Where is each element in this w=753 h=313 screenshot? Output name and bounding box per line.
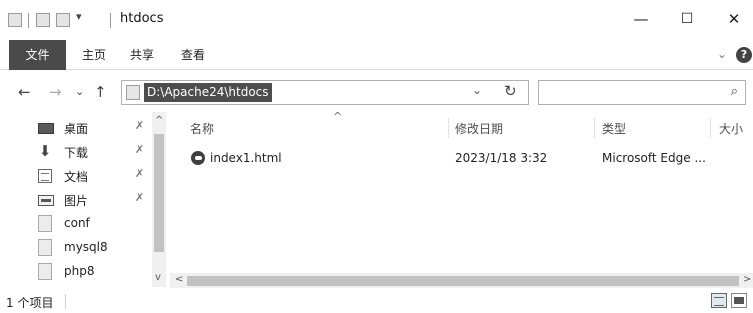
close-button[interactable]: ✕ [722,8,746,30]
column-divider[interactable] [710,118,711,138]
pin-icon: ✗ [135,119,145,132]
file-modified: 2023/1/18 3:32 [455,151,548,165]
pin-icon: ✗ [135,143,145,156]
nav-item-mysql8[interactable]: mysql8 [38,238,163,258]
properties-icon[interactable] [36,13,50,27]
customize-quick-access-icon[interactable]: ▾ [76,10,82,23]
nav-item-label: conf [64,216,90,230]
nav-item-label: 图片 [64,194,89,208]
nav-item-pictures[interactable]: 图片 ✗ [38,190,163,210]
pictures-icon [38,195,54,206]
column-header-name[interactable]: 名称 ^ [190,110,342,137]
scroll-down-arrow[interactable]: v [155,272,161,283]
tab-share[interactable]: 共享 [126,40,158,70]
scrollbar-thumb[interactable] [154,134,164,252]
nav-item-php8[interactable]: php8 [38,262,163,282]
address-row: ← → ⌄ ↑ D:\Apache24\htdocs ⌄ ↻ ⌕ [0,72,753,112]
nav-item-desktop[interactable]: 桌面 ✗ [38,118,163,138]
folder-icon [8,13,22,27]
horizontal-scrollbar[interactable]: < > [170,273,753,288]
folder-icon [38,263,52,280]
download-icon: ⬇ [38,142,52,160]
details-view-icon[interactable] [711,293,727,308]
nav-item-documents[interactable]: 文档 ✗ [38,166,163,186]
column-header-type[interactable]: 类型 [602,120,626,137]
status-bar: 1 个项目 [0,290,753,313]
file-row[interactable]: index1.html 2023/1/18 3:32 Microsoft Edg… [170,148,753,170]
ribbon-tabs: 文件 主页 共享 查看 ⌄ ? [0,40,753,70]
minimize-button[interactable]: — [629,8,653,30]
tab-file[interactable]: 文件 [9,40,66,70]
file-name: index1.html [210,151,282,165]
search-input[interactable]: ⌕ [538,80,746,105]
help-icon[interactable]: ? [736,47,752,63]
sort-ascending-icon: ^ [333,110,343,123]
column-header-label: 名称 [190,122,215,136]
column-header-size[interactable]: 大小 [719,120,743,137]
back-button[interactable]: ← [18,83,31,101]
recent-locations-button[interactable]: ⌄ [75,85,84,98]
scroll-right-arrow[interactable]: > [743,274,751,285]
column-divider[interactable] [448,118,449,138]
forward-button[interactable]: → [49,83,62,101]
nav-item-label: mysql8 [64,240,108,254]
address-bar[interactable]: D:\Apache24\htdocs ⌄ ↻ [121,80,529,105]
search-icon[interactable]: ⌕ [731,84,738,99]
nav-item-label: 文档 [64,170,89,184]
item-count: 1 个项目 [6,296,54,310]
file-list: 名称 ^ 修改日期 类型 大小 index1.html 2023/1/18 3:… [170,110,753,290]
nav-vertical-scrollbar[interactable]: ^ v [152,112,166,287]
edge-icon [191,151,205,165]
folder-icon [38,215,52,232]
maximize-button[interactable]: ☐ [675,8,699,30]
nav-item-label: 桌面 [64,122,89,136]
address-path[interactable]: D:\Apache24\htdocs [144,83,272,102]
separator [65,294,66,309]
tab-view[interactable]: 查看 [177,40,209,70]
address-dropdown-icon[interactable]: ⌄ [472,83,482,97]
folder-icon [126,85,140,100]
nav-item-label: 下载 [64,146,89,160]
navigation-pane: 桌面 ✗ ⬇ 下载 ✗ 文档 ✗ 图片 ✗ conf mysql8 php8 ^… [0,112,168,287]
column-header-modified[interactable]: 修改日期 [455,120,503,137]
refresh-icon[interactable]: ↻ [504,82,517,100]
nav-item-downloads[interactable]: ⬇ 下载 ✗ [38,142,163,162]
scroll-left-arrow[interactable]: < [175,274,183,285]
desktop-icon [38,123,54,134]
tab-home[interactable]: 主页 [78,40,110,70]
scrollbar-thumb[interactable] [187,276,739,286]
documents-icon [38,169,52,183]
separator [110,13,111,28]
file-type: Microsoft Edge ... [602,151,706,165]
title-bar: ▾ htdocs — ☐ ✕ [0,0,753,40]
large-icons-view-icon[interactable] [731,293,747,308]
separator [28,13,29,28]
nav-item-conf[interactable]: conf [38,214,163,234]
column-divider[interactable] [594,118,595,138]
window-title: htdocs [120,11,164,26]
pin-icon: ✗ [135,167,145,180]
new-folder-icon[interactable] [56,13,70,27]
up-button[interactable]: ↑ [94,83,107,101]
nav-item-label: php8 [64,264,95,278]
pin-icon: ✗ [135,191,145,204]
expand-ribbon-icon[interactable]: ⌄ [717,47,727,61]
folder-icon [38,239,52,256]
scroll-up-arrow[interactable]: ^ [155,115,163,126]
